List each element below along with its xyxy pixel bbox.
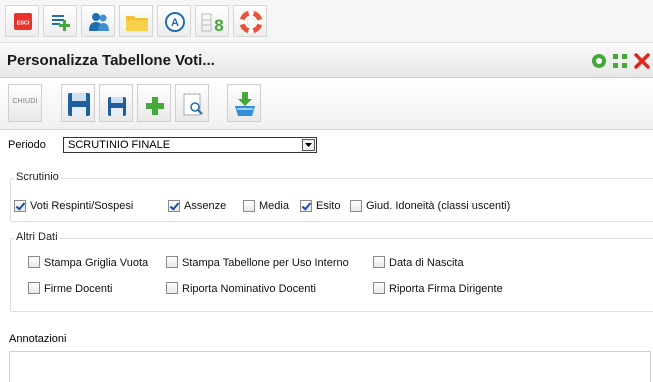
periodo-select-value: SCRUTINIO FINALE: [68, 139, 171, 151]
download-icon: [235, 92, 255, 116]
exit-button[interactable]: ESCI: [5, 5, 39, 37]
help-button[interactable]: [233, 5, 267, 37]
action-toolbar: CHIUDI: [0, 78, 653, 130]
altri-dati-group: [10, 238, 653, 312]
svg-text:8: 8: [214, 16, 223, 35]
label-stampa-tabellone: Stampa Tabellone per Uso Interno: [182, 257, 349, 269]
svg-text:A: A: [171, 17, 179, 29]
window-titlebar: Personalizza Tabellone Voti...: [0, 43, 653, 78]
grade-8-icon: 8: [201, 13, 224, 35]
close-icon[interactable]: [634, 53, 650, 69]
window-title: Personalizza Tabellone Voti...: [7, 52, 215, 69]
download-button[interactable]: [227, 84, 261, 122]
preview-button[interactable]: [175, 84, 209, 122]
annotazioni-label: Annotazioni: [9, 333, 67, 345]
lifebuoy-icon: [239, 10, 263, 34]
add-icon: [146, 97, 164, 115]
users-button[interactable]: [81, 5, 115, 37]
label-stampa-griglia: Stampa Griglia Vuota: [44, 257, 149, 269]
a-circle-button[interactable]: A: [157, 5, 191, 37]
label-firme-docenti: Firme Docenti: [44, 283, 113, 295]
label-esito: Esito: [316, 200, 341, 212]
checkbox-stampa-tabellone[interactable]: [166, 256, 178, 268]
chiudi-button[interactable]: CHIUDI: [8, 84, 42, 122]
save-icon: [68, 93, 90, 116]
a-circle-icon: A: [165, 12, 185, 32]
periodo-select[interactable]: SCRUTINIO FINALE: [63, 137, 317, 153]
folder-button[interactable]: [119, 5, 153, 37]
top-toolbar: ESCI A 8: [0, 0, 653, 43]
periodo-label: Periodo: [8, 139, 46, 151]
grade-8-button[interactable]: 8: [195, 5, 229, 37]
label-giud-idoneita: Giud. Idoneità (classi uscenti): [366, 200, 511, 212]
save-small-icon: [108, 97, 126, 116]
chiudi-label: CHIUDI: [12, 98, 38, 105]
save-button[interactable]: [61, 84, 95, 122]
checkbox-assenze[interactable]: [168, 200, 180, 212]
altri-dati-legend: Altri Dati: [14, 231, 60, 243]
refresh-icon[interactable]: [591, 53, 607, 69]
label-assenze: Assenze: [184, 200, 227, 212]
checkbox-nominativo-docenti[interactable]: [166, 282, 178, 294]
exit-icon: ESCI: [14, 13, 32, 30]
preview-icon: [183, 93, 203, 116]
save-small-button[interactable]: [99, 84, 133, 122]
label-nominativo-docenti: Riporta Nominativo Docenti: [182, 283, 316, 295]
checkbox-stampa-griglia[interactable]: [28, 256, 40, 268]
add-list-icon: [52, 15, 70, 31]
maximize-icon[interactable]: [612, 53, 628, 69]
checkbox-esito[interactable]: [300, 200, 312, 212]
annotazioni-textarea[interactable]: [9, 351, 651, 382]
label-voti-respinti: Voti Respinti/Sospesi: [30, 200, 134, 212]
checkbox-giud-idoneita[interactable]: [350, 200, 362, 212]
scrutinio-legend: Scrutinio: [14, 171, 61, 183]
chevron-down-icon: [302, 139, 315, 151]
add-button[interactable]: [137, 84, 171, 122]
folder-icon: [126, 16, 148, 31]
label-media: Media: [259, 200, 289, 212]
checkbox-data-nascita[interactable]: [373, 256, 385, 268]
checkbox-media[interactable]: [243, 200, 255, 212]
add-list-button[interactable]: [43, 5, 77, 37]
checkbox-firma-dirigente[interactable]: [373, 282, 385, 294]
svg-text:ESCI: ESCI: [17, 21, 30, 27]
label-firma-dirigente: Riporta Firma Dirigente: [389, 283, 503, 295]
label-data-nascita: Data di Nascita: [389, 257, 464, 269]
checkbox-voti-respinti[interactable]: [14, 200, 26, 212]
users-icon: [89, 13, 109, 31]
checkbox-firme-docenti[interactable]: [28, 282, 40, 294]
